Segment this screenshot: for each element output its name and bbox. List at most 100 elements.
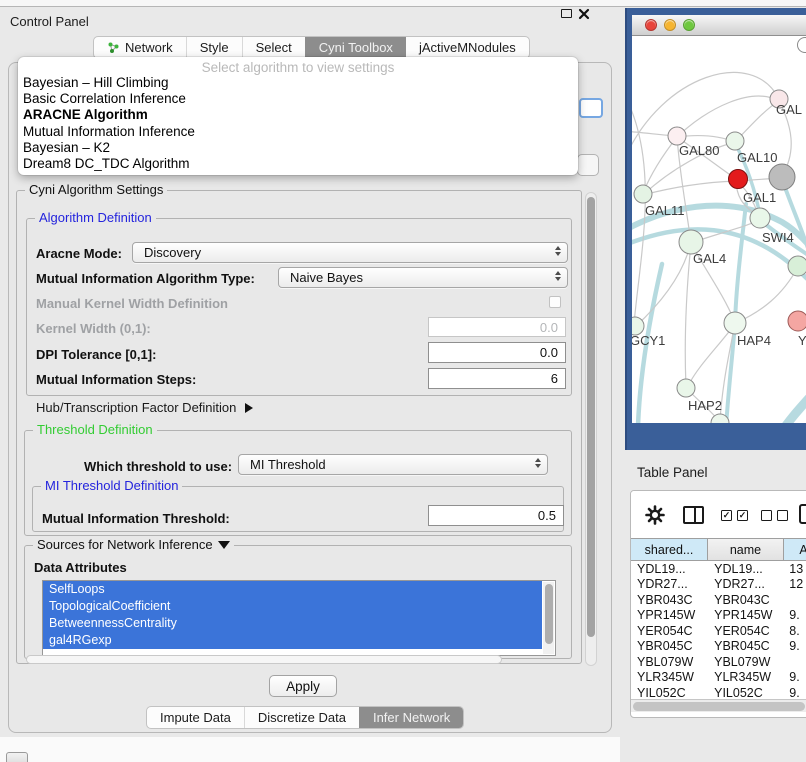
node-swi4[interactable]	[750, 208, 770, 228]
table-header: shared... name A	[631, 538, 806, 561]
node-partial-corner[interactable]	[798, 38, 806, 53]
table-row[interactable]: YIL052C YIL052C 9.	[631, 685, 806, 699]
close-traffic-light[interactable]	[645, 19, 657, 31]
node-gal11[interactable]	[634, 185, 652, 203]
split-panel-icon[interactable]	[683, 506, 704, 524]
network-edges	[632, 72, 806, 423]
table-toolbar: ✓ ✓	[631, 491, 806, 537]
table-row[interactable]: YLR345W YLR345W 9.	[631, 670, 806, 686]
dropdown-item-bayesian-k2[interactable]: Bayesian – K2	[18, 140, 578, 156]
table-row[interactable]: YPR145W YPR145W 9.	[631, 608, 806, 624]
network-window-titlebar	[632, 15, 806, 36]
table-horizontal-scrollbar[interactable]	[631, 699, 806, 712]
dropdown-item-aracne[interactable]: ARACNE Algorithm	[18, 107, 578, 123]
float-window-icon[interactable]	[561, 9, 572, 18]
list-item-topologicalcoefficient[interactable]: TopologicalCoefficient	[43, 598, 542, 615]
hidden-widget-fragment	[577, 154, 599, 176]
mi-algorithm-type-select[interactable]: Naive Bayes	[278, 267, 568, 288]
minimize-traffic-light[interactable]	[664, 19, 676, 31]
node-salmon-right[interactable]	[788, 311, 806, 331]
node-green-right[interactable]	[788, 256, 806, 276]
column-header-name[interactable]: name	[708, 538, 784, 561]
kernel-width-input[interactable]: 0.0	[428, 317, 566, 337]
node-label-gal1: GAL1	[743, 190, 776, 205]
disclosure-right-icon	[245, 403, 253, 413]
which-threshold-select[interactable]: MI Threshold	[238, 454, 548, 475]
dropdown-item-bayesian-hill-climbing[interactable]: Bayesian – Hill Climbing	[18, 75, 578, 91]
cyni-mode-tabs: Impute Data Discretize Data Infer Networ…	[146, 706, 464, 729]
node-label-y-partial: Y	[798, 333, 806, 348]
zoom-traffic-light[interactable]	[683, 19, 695, 31]
tab-cyni-toolbox[interactable]: Cyni Toolbox	[305, 37, 406, 58]
screen: Control Panel Network Style Select Cyni …	[0, 0, 806, 762]
combo-stepper-icon	[535, 458, 541, 468]
unchecked-checkbox-icon[interactable]	[777, 510, 788, 521]
mi-threshold-input[interactable]: 0.5	[428, 505, 564, 526]
mi-steps-label: Mutual Information Steps:	[36, 372, 196, 387]
control-panel-titlebar: Control Panel	[0, 8, 620, 34]
node-label-gal80: GAL80	[679, 143, 719, 158]
table-panel: ✓ ✓ shared... name A YDL19... YDL19... 1…	[630, 490, 806, 718]
checked-checkbox-icon[interactable]: ✓	[721, 510, 732, 521]
table-row[interactable]: YBR043C YBR043C	[631, 592, 806, 608]
node-hap4[interactable]	[724, 312, 746, 334]
list-vertical-scrollbar[interactable]	[543, 582, 554, 654]
network-canvas[interactable]: GAL GAL80 GAL10 GAL1 GAL11 SWI4 GAL4 GCY…	[632, 36, 806, 423]
dropdown-item-basic-correlation[interactable]: Basic Correlation Inference	[18, 91, 578, 107]
top-strip	[0, 0, 806, 7]
tab-impute-data[interactable]: Impute Data	[147, 707, 244, 728]
bottom-left-button[interactable]	[6, 752, 28, 762]
settings-vertical-scrollbar[interactable]	[585, 192, 597, 666]
partial-toolbar-icon[interactable]	[799, 504, 806, 524]
bottom-strip	[0, 737, 620, 762]
tab-select[interactable]: Select	[242, 37, 305, 58]
table-row[interactable]: YBL079W YBL079W	[631, 654, 806, 670]
list-item-gal4rgexp[interactable]: gal4RGexp	[43, 632, 542, 649]
table-row[interactable]: YER054C YER054C 8.	[631, 623, 806, 639]
table-row[interactable]: YDL19... YDL19... 13	[631, 561, 806, 577]
mi-threshold-label: Mutual Information Threshold:	[42, 511, 230, 526]
table-row[interactable]: YDR27... YDR27... 12	[631, 577, 806, 593]
disclosure-down-icon[interactable]	[218, 541, 230, 549]
combo-stepper-icon	[555, 271, 561, 281]
table-rows: YDL19... YDL19... 13 YDR27... YDR27... 1…	[631, 561, 806, 699]
control-panel-title: Control Panel	[10, 14, 89, 29]
manual-kernel-width-checkbox[interactable]	[549, 296, 561, 308]
node-gal10[interactable]	[726, 132, 744, 150]
hub-definition-disclosure[interactable]: Hub/Transcription Factor Definition	[36, 400, 253, 415]
control-panel-tabs: Network Style Select Cyni Toolbox jActiv…	[93, 36, 530, 59]
column-header-partial[interactable]: A	[784, 538, 806, 561]
mi-steps-input[interactable]: 6	[428, 368, 566, 389]
threshold-definition-title: Threshold Definition	[33, 422, 157, 437]
network-icon	[107, 41, 120, 54]
sources-title: Sources for Network Inference	[33, 537, 234, 552]
dropdown-item-dream8[interactable]: Dream8 DC_TDC Algorithm	[18, 156, 578, 172]
tab-jactivemnodules[interactable]: jActiveMNodules	[406, 37, 529, 58]
settings-horizontal-scrollbar[interactable]	[26, 655, 502, 664]
node-gray-hub[interactable]	[769, 164, 795, 190]
tab-infer-network[interactable]: Infer Network	[359, 707, 463, 728]
dropdown-item-mutual-information[interactable]: Mutual Information Inference	[18, 124, 578, 140]
node-label-swi4: SWI4	[762, 230, 794, 245]
list-item-selfloops[interactable]: SelfLoops	[43, 581, 542, 598]
tab-style[interactable]: Style	[186, 37, 242, 58]
apply-button[interactable]: Apply	[269, 675, 337, 697]
tab-discretize-data[interactable]: Discretize Data	[244, 707, 359, 728]
node-label-gal: GAL	[776, 102, 802, 117]
tab-network[interactable]: Network	[94, 37, 186, 58]
node-label-gcy1: GCY1	[632, 333, 665, 348]
aracne-mode-select[interactable]: Discovery	[132, 242, 568, 263]
kernel-width-label: Kernel Width (0,1):	[36, 321, 151, 336]
close-icon[interactable]	[578, 7, 590, 19]
checked-checkbox-icon[interactable]: ✓	[737, 510, 748, 521]
column-header-shared-name[interactable]: shared...	[631, 538, 708, 561]
node-hap2[interactable]	[677, 379, 695, 397]
list-item-betweennesscentrality[interactable]: BetweennessCentrality	[43, 615, 542, 632]
unchecked-checkbox-icon[interactable]	[761, 510, 772, 521]
gear-icon[interactable]	[645, 505, 665, 530]
node-gal1-selected[interactable]	[729, 170, 748, 189]
mi-threshold-title: MI Threshold Definition	[41, 478, 182, 493]
table-row[interactable]: YBR045C YBR045C 9.	[631, 639, 806, 655]
node-label-gal4: GAL4	[693, 251, 726, 266]
dpi-tolerance-input[interactable]: 0.0	[428, 342, 566, 363]
